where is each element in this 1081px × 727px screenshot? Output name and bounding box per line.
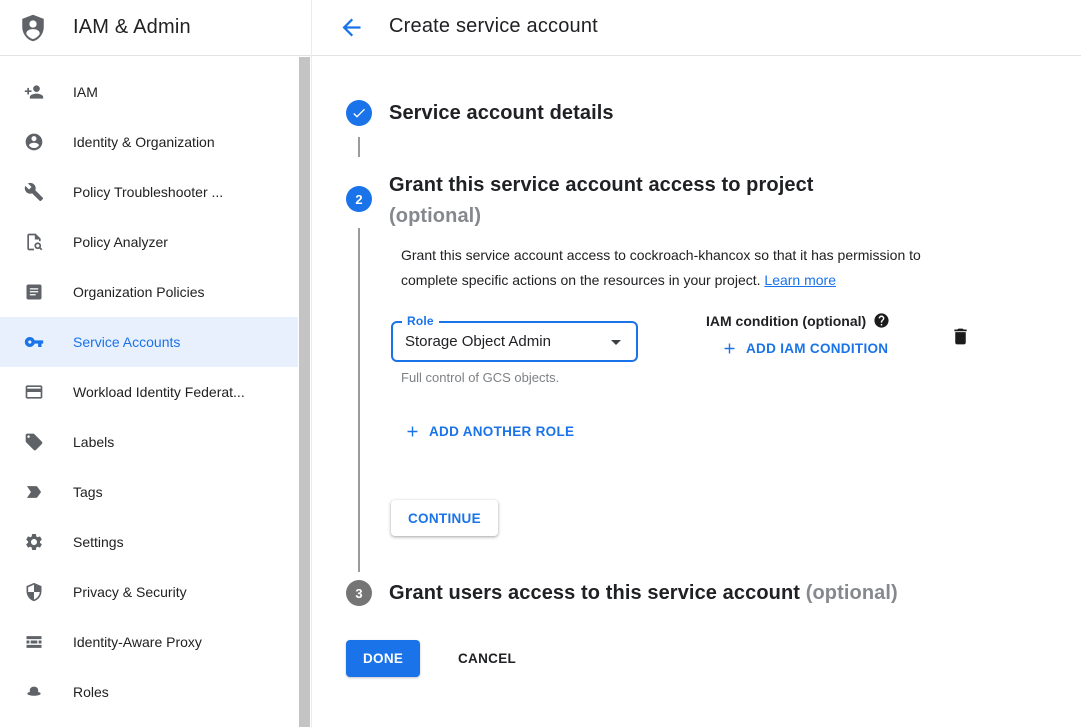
sidebar-nav: IAM Identity & Organization Policy Troub… bbox=[0, 57, 298, 717]
sidebar-item-label: Organization Policies bbox=[73, 284, 205, 300]
sidebar-item-service-accounts[interactable]: Service Accounts bbox=[0, 317, 298, 367]
sidebar-item-policy-troubleshooter[interactable]: Policy Troubleshooter ... bbox=[0, 167, 298, 217]
sidebar-item-organization-policies[interactable]: Organization Policies bbox=[0, 267, 298, 317]
iam-shield-logo-icon bbox=[18, 13, 48, 43]
service-account-key-icon bbox=[24, 332, 44, 352]
add-iam-condition-button[interactable]: ADD IAM CONDITION bbox=[721, 340, 888, 357]
arrow-back-icon bbox=[338, 14, 365, 41]
step2-description: Grant this service account access to coc… bbox=[401, 243, 981, 293]
sidebar-item-identity-aware-proxy[interactable]: Identity-Aware Proxy bbox=[0, 617, 298, 667]
privacy-shield-icon bbox=[24, 582, 44, 602]
sidebar-item-label: Privacy & Security bbox=[73, 584, 187, 600]
step2-title-text: Grant this service account access to pro… bbox=[389, 170, 814, 201]
sidebar-item-settings[interactable]: Settings bbox=[0, 517, 298, 567]
sidebar-item-roles[interactable]: Roles bbox=[0, 667, 298, 717]
delete-role-button[interactable] bbox=[948, 326, 972, 350]
sidebar-item-label: IAM bbox=[73, 84, 98, 100]
sidebar-item-label: Policy Analyzer bbox=[73, 234, 168, 250]
step2-title: Grant this service account access to pro… bbox=[389, 170, 814, 232]
org-policies-doc-icon bbox=[24, 282, 44, 302]
tags-arrow-icon bbox=[24, 482, 44, 502]
step3-optional-label: (optional) bbox=[806, 582, 898, 604]
gear-icon bbox=[24, 532, 44, 552]
back-button[interactable] bbox=[337, 14, 365, 42]
person-add-icon bbox=[24, 82, 44, 102]
sidebar-scrollbar[interactable] bbox=[298, 57, 311, 727]
step2-indicator: 2 bbox=[346, 186, 372, 212]
wrench-icon bbox=[24, 182, 44, 202]
sidebar-item-workload-identity-federat[interactable]: Workload Identity Federat... bbox=[0, 367, 298, 417]
sidebar-item-label: Settings bbox=[73, 534, 124, 550]
role-selected-value: Storage Object Admin bbox=[405, 333, 551, 350]
continue-button[interactable]: CONTINUE bbox=[391, 500, 498, 536]
sidebar-item-label: Identity & Organization bbox=[73, 134, 215, 150]
policy-analyzer-icon bbox=[24, 232, 44, 252]
step3-number: 3 bbox=[355, 586, 362, 601]
add-another-role-button[interactable]: ADD ANOTHER ROLE bbox=[404, 423, 574, 440]
trash-icon bbox=[950, 326, 971, 347]
sidebar-item-identity-organization[interactable]: Identity & Organization bbox=[0, 117, 298, 167]
dropdown-caret-icon bbox=[604, 330, 628, 354]
sidebar-item-labels[interactable]: Labels bbox=[0, 417, 298, 467]
step2-optional-label: (optional) bbox=[389, 201, 814, 232]
sidebar-item-label: Tags bbox=[73, 484, 103, 500]
step1-title: Service account details bbox=[389, 102, 614, 125]
sidebar-item-label: Labels bbox=[73, 434, 114, 450]
page-title: Create service account bbox=[389, 15, 598, 38]
workload-identity-card-icon bbox=[24, 382, 44, 402]
role-field-label: Role bbox=[402, 314, 439, 328]
sidebar-item-label: Policy Troubleshooter ... bbox=[73, 184, 223, 200]
roles-hat-icon bbox=[24, 682, 44, 702]
help-icon[interactable] bbox=[873, 312, 890, 329]
sidebar-title: IAM & Admin bbox=[73, 16, 191, 39]
sidebar: IAM & Admin IAM Identity & Organization … bbox=[0, 0, 311, 727]
iam-condition-label: IAM condition (optional) bbox=[706, 312, 890, 329]
step3-title: Grant users access to this service accou… bbox=[389, 582, 898, 605]
sidebar-item-label: Roles bbox=[73, 684, 109, 700]
step-connector-line bbox=[358, 228, 360, 572]
main-panel: Create service account Service account d… bbox=[311, 0, 1081, 727]
scrollbar-thumb[interactable] bbox=[299, 57, 310, 727]
plus-icon bbox=[721, 340, 738, 357]
step2-number: 2 bbox=[355, 192, 362, 207]
sidebar-item-iam[interactable]: IAM bbox=[0, 67, 298, 117]
sidebar-item-tags[interactable]: Tags bbox=[0, 467, 298, 517]
learn-more-link[interactable]: Learn more bbox=[764, 272, 836, 288]
cancel-button[interactable]: CANCEL bbox=[446, 640, 528, 677]
sidebar-item-label: Identity-Aware Proxy bbox=[73, 634, 202, 650]
role-select[interactable]: Role Storage Object Admin bbox=[391, 321, 638, 362]
step1-indicator bbox=[346, 100, 372, 126]
done-button[interactable]: DONE bbox=[346, 640, 420, 677]
step3-indicator: 3 bbox=[346, 580, 372, 606]
sidebar-item-label: Service Accounts bbox=[73, 334, 180, 350]
role-helper-text: Full control of GCS objects. bbox=[401, 370, 559, 385]
plus-icon bbox=[404, 423, 421, 440]
page-header: Create service account bbox=[312, 0, 1081, 56]
iap-icon bbox=[24, 632, 44, 652]
step-connector-line bbox=[358, 137, 360, 157]
sidebar-item-label: Workload Identity Federat... bbox=[73, 384, 245, 400]
check-icon bbox=[351, 105, 367, 121]
app-window: IAM & Admin IAM Identity & Organization … bbox=[0, 0, 1081, 727]
sidebar-item-privacy-security[interactable]: Privacy & Security bbox=[0, 567, 298, 617]
label-tag-icon bbox=[24, 432, 44, 452]
sidebar-header: IAM & Admin bbox=[0, 0, 311, 56]
sidebar-item-policy-analyzer[interactable]: Policy Analyzer bbox=[0, 217, 298, 267]
identity-person-icon bbox=[24, 132, 44, 152]
